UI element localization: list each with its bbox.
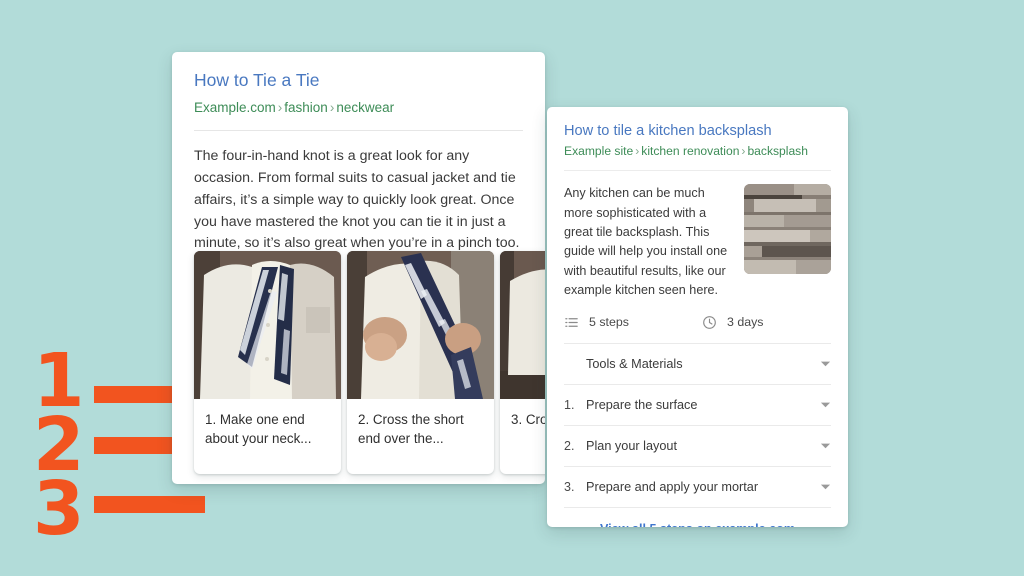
chevron-down-icon[interactable] [820, 399, 831, 410]
step-caption: 3. Cross your b [511, 412, 545, 427]
deco-number-3: 3 [33, 466, 84, 552]
section-row-3[interactable]: 3. Prepare and apply your mortar [564, 465, 831, 507]
section-label: Prepare the surface [586, 397, 698, 412]
chevron-down-icon[interactable] [820, 358, 831, 369]
step-card[interactable]: 2. Cross the short end over the... [347, 251, 494, 474]
steps-meta: 5 steps [564, 315, 696, 330]
tie-description: The four-in-hand knot is a great look fo… [194, 148, 520, 252]
deco-number-1: 1 [33, 338, 84, 424]
tile-card-footer: View all 5 steps on example.com [564, 506, 831, 527]
section-index: 2. [564, 438, 575, 453]
deco-bar-3 [94, 496, 205, 513]
tie-result-card: How to Tie a Tie Example.com › fashion › nec… [172, 52, 545, 484]
breadcrumb-category[interactable]: kitchen renovation [641, 144, 739, 158]
duration-label: 3 days [727, 315, 764, 330]
breadcrumb-site[interactable]: Example.com [194, 100, 276, 115]
breadcrumb-subcategory[interactable]: backsplash [747, 144, 808, 158]
tie-photo-2 [347, 251, 494, 399]
tie-result-title[interactable]: How to Tie a Tie [194, 70, 523, 92]
tile-sections-list: Tools & Materials 1. Prepare the surface… [547, 342, 848, 507]
deco-number-2: 2 [33, 402, 84, 488]
tile-result-title[interactable]: How to tile a kitchen backsplash [564, 122, 831, 140]
tie-photo-3 [500, 251, 545, 399]
section-label: Tools & Materials [586, 356, 683, 371]
section-row-2[interactable]: 2. Plan your layout [564, 424, 831, 466]
tie-breadcrumb: Example.com › fashion › neckwear [194, 99, 523, 117]
breadcrumb-separator-1: › [277, 99, 283, 115]
step-caption: 1. Make one end about your neck... [205, 412, 312, 447]
tie-card-header: How to Tie a Tie Example.com › fashion › nec… [172, 52, 545, 116]
view-all-steps-link[interactable]: View all 5 steps on example.com [600, 522, 795, 527]
step-thumbnail-3 [500, 251, 545, 399]
section-index: 3. [564, 479, 575, 494]
duration-meta: 3 days [702, 315, 764, 330]
section-index: 1. [564, 397, 575, 412]
section-label: Prepare and apply your mortar [586, 479, 759, 494]
tile-description: Any kitchen can be much more sophisticat… [564, 186, 728, 298]
breadcrumb-category[interactable]: fashion [284, 100, 328, 115]
tie-step-card-strip[interactable]: 1. Make one end about your neck... 2. Cr… [194, 251, 545, 474]
chevron-down-icon[interactable] [820, 481, 831, 492]
clock-icon [703, 315, 716, 329]
step-card[interactable]: 3. Cross your b [500, 251, 545, 474]
section-row-tools[interactable]: Tools & Materials [564, 342, 831, 384]
chevron-down-icon[interactable] [820, 440, 831, 451]
steps-count-label: 5 steps [589, 315, 629, 330]
step-caption: 2. Cross the short end over the... [358, 412, 464, 447]
tile-summary-row: Any kitchen can be much more sophisticat… [547, 171, 848, 300]
tile-howto-card: How to tile a kitchen backsplash Example… [547, 107, 848, 527]
tile-meta-row: 5 steps 3 days [547, 301, 848, 343]
tile-card-header: How to tile a kitchen backsplash Example… [547, 107, 848, 158]
list-icon [565, 317, 578, 327]
canvas: 1 2 3 How to Tie a Tie Example.com › fashi… [0, 0, 1024, 576]
step-card[interactable]: 1. Make one end about your neck... [194, 251, 341, 474]
tile-thumbnail [744, 184, 831, 275]
step-thumbnail-2 [347, 251, 494, 399]
backsplash-photo [744, 184, 831, 275]
breadcrumb-subcategory[interactable]: neckwear [336, 100, 394, 115]
tile-breadcrumb: Example site › kitchen renovation › backspla… [564, 144, 831, 158]
breadcrumb-site[interactable]: Example site [564, 144, 633, 158]
tie-photo-1 [194, 251, 341, 399]
section-label: Plan your layout [586, 438, 677, 453]
section-row-1[interactable]: 1. Prepare the surface [564, 383, 831, 425]
step-thumbnail-1 [194, 251, 341, 399]
